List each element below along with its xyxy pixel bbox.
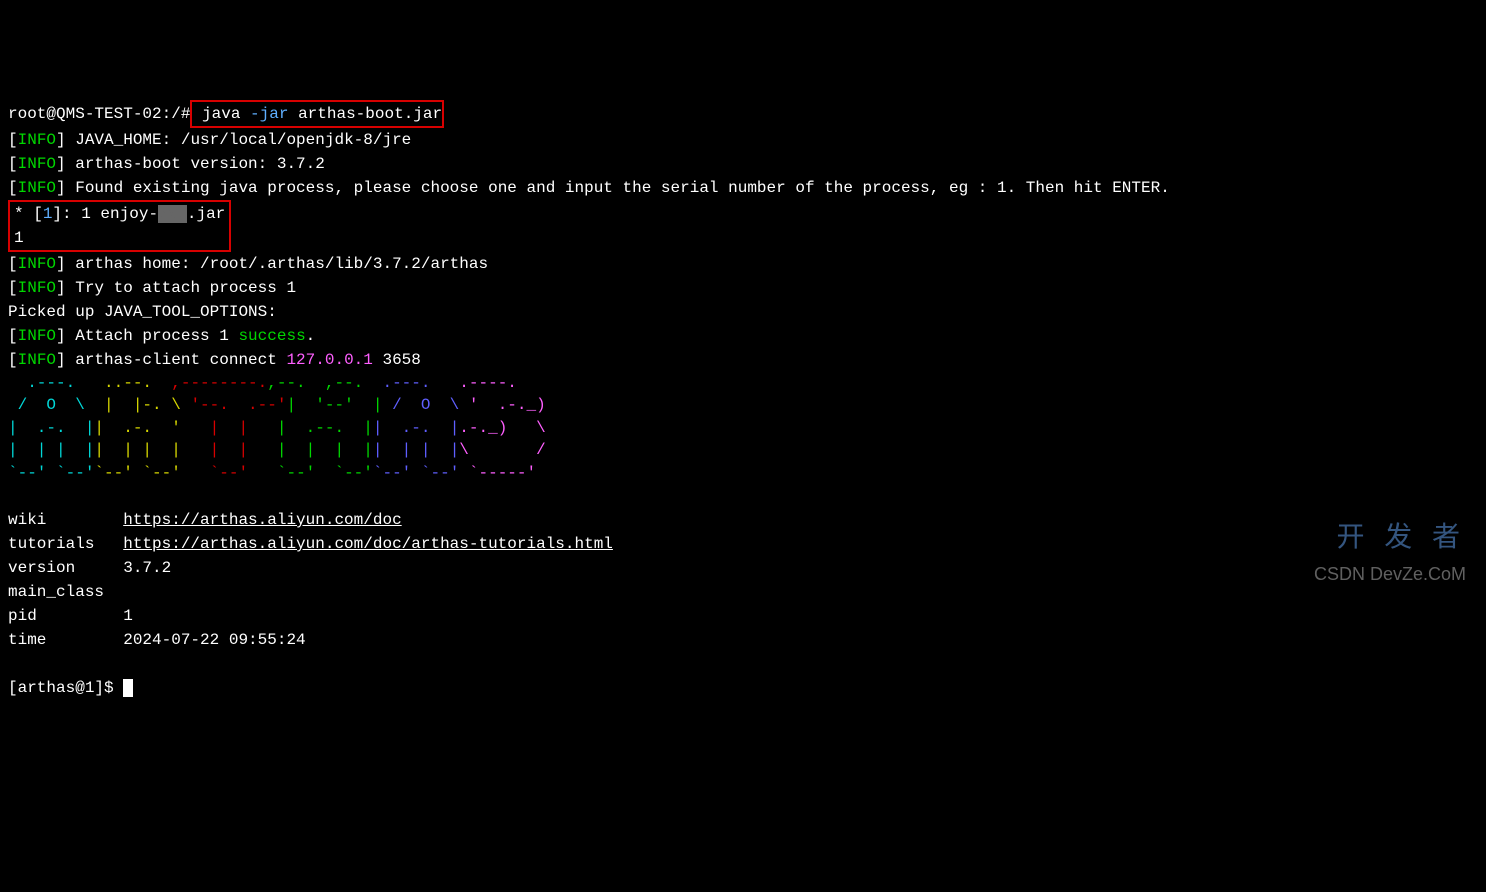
cmd-java: java	[192, 105, 240, 123]
time-row: time 2024-07-22 09:55:24	[8, 628, 1478, 652]
info-tag: INFO	[18, 351, 56, 369]
process-choice-line: * [1]: 1 enjoy-xxx.jar	[14, 202, 225, 226]
user-input-line[interactable]: 1	[14, 226, 225, 250]
command-line: root@QMS-TEST-02:/# java -jar arthas-boo…	[8, 100, 1478, 128]
info-attach-success: [INFO] Attach process 1 success.	[8, 324, 1478, 348]
pid-row: pid 1	[8, 604, 1478, 628]
picked-up-line: Picked up JAVA_TOOL_OPTIONS:	[8, 300, 1478, 324]
info-tag: INFO	[18, 179, 56, 197]
tutorials-row: tutorials https://arthas.aliyun.com/doc/…	[8, 532, 1478, 556]
redacted-text: xxx	[158, 205, 187, 223]
version-row: version 3.7.2	[8, 556, 1478, 580]
info-tag: INFO	[18, 255, 56, 273]
highlighted-input-box: * [1]: 1 enjoy-xxx.jar1	[8, 200, 231, 252]
info-boot-version: [INFO] arthas-boot version: 3.7.2	[8, 152, 1478, 176]
info-tag: INFO	[18, 131, 56, 149]
prompt-path: :/#	[162, 105, 191, 123]
ip-address: 127.0.0.1	[286, 351, 372, 369]
version-value: 3.7.2	[123, 559, 171, 577]
info-java-home: [INFO] JAVA_HOME: /usr/local/openjdk-8/j…	[8, 128, 1478, 152]
arthas-ascii-logo: .---. ..--. ,--------.,--. ,--. .---. .-…	[8, 372, 1478, 484]
time-label: time	[8, 631, 104, 649]
wiki-row: wiki https://arthas.aliyun.com/doc	[8, 508, 1478, 532]
pid-label: pid	[8, 607, 104, 625]
wiki-label: wiki	[8, 511, 104, 529]
info-tag: INFO	[18, 279, 56, 297]
version-label: version	[8, 559, 104, 577]
info-found-process: [INFO] Found existing java process, plea…	[8, 176, 1478, 200]
cmd-flag: -jar	[240, 105, 288, 123]
success-text: success	[238, 327, 305, 345]
cmd-arg: arthas-boot.jar	[288, 105, 442, 123]
time-value: 2024-07-22 09:55:24	[123, 631, 305, 649]
info-client-connect: [INFO] arthas-client connect 127.0.0.1 3…	[8, 348, 1478, 372]
highlighted-command: java -jar arthas-boot.jar	[190, 100, 444, 128]
pid-value: 1	[123, 607, 133, 625]
wiki-link[interactable]: https://arthas.aliyun.com/doc	[123, 511, 401, 529]
info-tag: INFO	[18, 327, 56, 345]
prompt-user-host: root@QMS-TEST-02	[8, 105, 162, 123]
info-try-attach: [INFO] Try to attach process 1	[8, 276, 1478, 300]
info-arthas-home: [INFO] arthas home: /root/.arthas/lib/3.…	[8, 252, 1478, 276]
mainclass-row: main_class	[8, 580, 1478, 604]
watermark-dev: 开 发 者	[1336, 516, 1466, 558]
process-number: 1	[43, 205, 53, 223]
watermark-csdn: CSDN DevZe.CoM	[1314, 561, 1466, 588]
cursor-icon	[123, 679, 133, 697]
arthas-prompt: [arthas@1]$	[8, 679, 114, 697]
tutorials-label: tutorials	[8, 535, 104, 553]
arthas-prompt-line[interactable]: [arthas@1]$	[8, 676, 1478, 700]
info-tag: INFO	[18, 155, 56, 173]
terminal-output: root@QMS-TEST-02:/# java -jar arthas-boo…	[8, 100, 1478, 700]
tutorials-link[interactable]: https://arthas.aliyun.com/doc/arthas-tut…	[123, 535, 613, 553]
